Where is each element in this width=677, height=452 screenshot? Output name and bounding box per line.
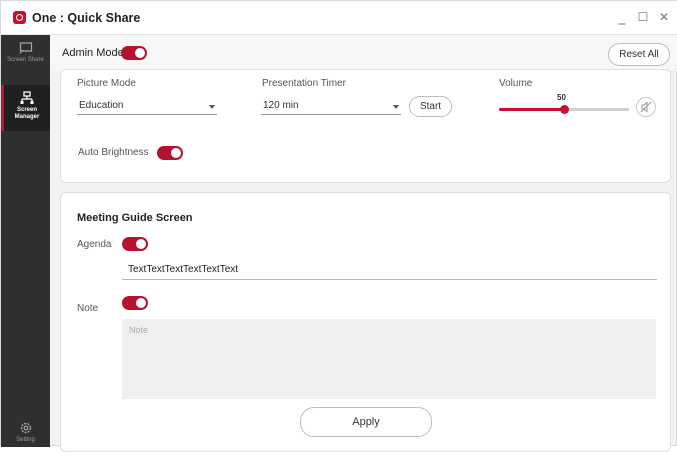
note-textarea[interactable]: Note: [122, 319, 656, 399]
network-icon: [20, 91, 34, 104]
meeting-guide-title: Meeting Guide Screen: [77, 212, 193, 224]
close-button[interactable]: ✕: [656, 9, 672, 25]
presentation-timer-value: 120 min: [263, 100, 299, 111]
sidebar-item-label: Screen Share: [7, 57, 44, 63]
meeting-guide-card: Meeting Guide Screen Agenda TextTextText…: [60, 192, 671, 452]
auto-brightness-toggle[interactable]: [157, 146, 183, 160]
mute-button[interactable]: [636, 97, 656, 117]
admin-mode-label: Admin Mode: [62, 47, 124, 59]
volume-slider-fill: [499, 108, 564, 111]
note-label: Note: [77, 303, 99, 314]
sidebar-item-label: Setting: [16, 437, 35, 443]
apply-button[interactable]: Apply: [300, 407, 432, 437]
admin-bar: Admin Mode Reset All: [50, 35, 677, 71]
note-placeholder: Note: [129, 325, 149, 335]
volume-slider-thumb[interactable]: [560, 105, 569, 114]
agenda-label: Agenda: [77, 239, 112, 250]
settings-icon: [20, 422, 31, 434]
minimize-button[interactable]: _: [614, 9, 630, 25]
volume-label: Volume: [499, 78, 533, 89]
admin-mode-toggle[interactable]: [121, 46, 147, 60]
sidebar-item-label: Screen Manager: [14, 107, 40, 120]
agenda-input[interactable]: TextTextTextTextTextText: [122, 262, 657, 280]
presentation-timer-label: Presentation Timer: [262, 78, 346, 89]
picture-mode-select[interactable]: Education: [77, 97, 217, 115]
picture-mode-value: Education: [79, 100, 124, 111]
note-toggle[interactable]: [122, 296, 148, 310]
display-settings-card: Picture Mode Education Presentation Time…: [60, 69, 671, 183]
mute-icon: [640, 101, 652, 113]
picture-mode-label: Picture Mode: [77, 78, 136, 89]
sidebar-item-screen-share[interactable]: Screen Share: [1, 35, 50, 81]
agenda-toggle[interactable]: [122, 237, 148, 251]
screen-share-icon: [19, 42, 32, 54]
reset-all-button[interactable]: Reset All: [608, 43, 670, 66]
chevron-down-icon: [209, 105, 215, 109]
sidebar: Screen Share Screen Manager Setting: [1, 35, 50, 447]
chevron-down-icon: [393, 105, 399, 109]
sidebar-item-screen-manager[interactable]: Screen Manager: [1, 85, 50, 131]
maximize-button[interactable]: ☐: [635, 9, 651, 25]
presentation-timer-select[interactable]: 120 min: [261, 97, 401, 115]
timer-start-button[interactable]: Start: [409, 96, 452, 117]
window-title: One : Quick Share: [32, 11, 141, 25]
app-window: One : Quick Share _ ☐ ✕ Screen Share Scr…: [0, 0, 677, 452]
agenda-input-value: TextTextTextTextTextText: [128, 264, 239, 275]
title-bar: One : Quick Share _ ☐ ✕: [1, 1, 677, 35]
volume-value: 50: [557, 93, 566, 102]
auto-brightness-label: Auto Brightness: [78, 147, 149, 158]
app-logo-icon: [13, 11, 26, 24]
sidebar-item-settings[interactable]: Setting: [1, 415, 50, 447]
